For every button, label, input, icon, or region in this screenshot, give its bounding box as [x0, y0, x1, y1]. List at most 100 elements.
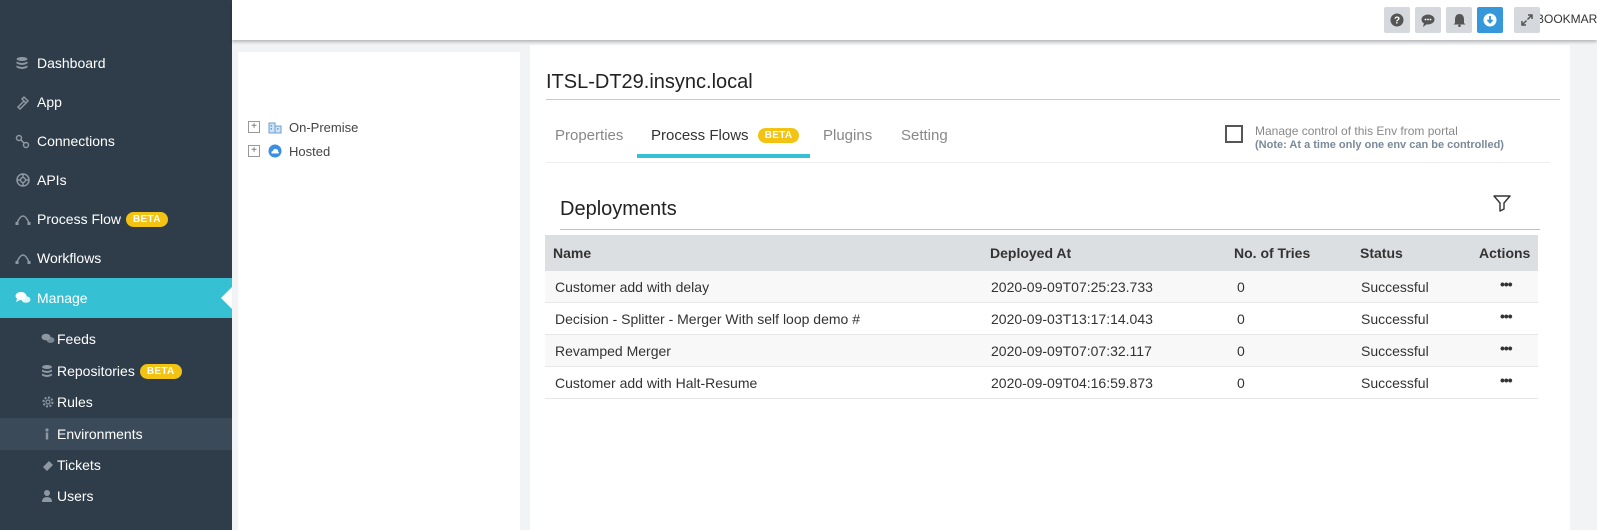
beta-badge: BETA: [126, 211, 168, 227]
cell-name: Customer add with delay: [555, 279, 710, 295]
filter-icon: [1493, 195, 1511, 212]
apis-icon: [15, 172, 37, 188]
section-title: Deployments: [560, 198, 677, 220]
manage-control-checkbox[interactable]: [1225, 125, 1243, 143]
sidebar-subitem-label: Feeds: [57, 331, 96, 347]
sidebar-item-apis[interactable]: APIs: [0, 160, 232, 200]
column-header-deployed-at[interactable]: Deployed At: [990, 245, 1071, 261]
cell-status: Successful: [1361, 279, 1429, 295]
sidebar-subitem-label: Tickets: [57, 457, 101, 473]
column-header-actions: Actions: [1479, 245, 1531, 261]
cell-deployed-at: 2020-09-09T04:16:59.873: [991, 375, 1153, 391]
tree-node-label: On-Premise: [289, 119, 359, 135]
sidebar-subitem-feeds[interactable]: Feeds: [0, 323, 232, 355]
table-row[interactable]: Customer add with delay 2020-09-09T07:25…: [545, 271, 1538, 303]
environment-detail-panel: ITSL-DT29.insync.local Properties Proces…: [530, 45, 1570, 530]
tree-node-label: Hosted: [289, 143, 331, 159]
active-indicator: [221, 287, 232, 309]
tree-node-hosted[interactable]: + Hosted: [248, 142, 330, 160]
ticket-icon: [41, 458, 57, 472]
cell-deployed-at: 2020-09-09T07:25:23.733: [991, 279, 1153, 295]
sidebar-item-dashboard[interactable]: Dashboard: [0, 43, 232, 83]
bell-icon: [1453, 14, 1465, 27]
building-icon: [268, 120, 282, 134]
download-button[interactable]: [1477, 7, 1503, 33]
bookmarks-label: BOOKMARKS: [1536, 12, 1597, 26]
sidebar-subitem-environments[interactable]: Environments: [0, 418, 232, 450]
sidebar-subitem-rules[interactable]: Rules: [0, 386, 232, 418]
sidebar-item-process-flow[interactable]: Process Flow BETA: [0, 199, 232, 239]
sidebar-subitem-label: Rules: [57, 394, 93, 410]
tab-label: Process Flows: [651, 127, 749, 144]
download-icon: [1483, 13, 1497, 27]
cell-tries: 0: [1237, 311, 1245, 327]
top-bar: BOOKMARKS ?: [232, 0, 1597, 40]
row-actions-menu[interactable]: •••: [1500, 276, 1513, 292]
process-flow-icon: [15, 212, 37, 226]
user-icon: [41, 489, 57, 503]
sidebar-item-manage[interactable]: Manage: [0, 278, 232, 318]
help-button[interactable]: ?: [1384, 7, 1410, 33]
chat-button[interactable]: [1415, 7, 1441, 33]
svg-text:?: ?: [1394, 16, 1400, 27]
tab-label: Plugins: [823, 127, 873, 144]
row-actions-menu[interactable]: •••: [1500, 308, 1513, 324]
sidebar-subitem-users[interactable]: Users: [0, 480, 232, 512]
cell-tries: 0: [1237, 279, 1245, 295]
sidebar-item-label: APIs: [37, 172, 67, 188]
table-header: Name Deployed At No. of Tries Status Act…: [545, 235, 1538, 271]
repositories-icon: [41, 364, 57, 378]
divider: [546, 162, 1550, 163]
row-actions-menu[interactable]: •••: [1500, 340, 1513, 356]
chat-icon: [1421, 14, 1435, 27]
sidebar-item-connections[interactable]: Connections: [0, 121, 232, 161]
cell-name: Revamped Merger: [555, 343, 671, 359]
sidebar: Dashboard App Connections APIs Process F…: [0, 0, 232, 530]
table-row[interactable]: Decision - Splitter - Merger With self l…: [545, 303, 1538, 335]
tab-label: Properties: [555, 127, 624, 144]
workflows-icon: [15, 251, 37, 265]
tab-process-flows[interactable]: Process Flows BETA: [651, 127, 800, 144]
table-row[interactable]: Revamped Merger 2020-09-09T07:07:32.117 …: [545, 335, 1538, 367]
cloud-icon: [268, 144, 282, 158]
column-header-tries[interactable]: No. of Tries: [1234, 245, 1310, 261]
deployments-table: Name Deployed At No. of Tries Status Act…: [545, 235, 1538, 399]
comments-icon: [15, 291, 37, 305]
divider: [546, 99, 1560, 100]
environment-tree: + On-Premise + Hosted: [238, 52, 520, 530]
manage-control: Manage control of this Env from portal (…: [1225, 124, 1504, 152]
column-header-name[interactable]: Name: [553, 245, 591, 261]
tab-plugins[interactable]: Plugins: [823, 127, 872, 144]
active-tab-indicator: [637, 154, 810, 158]
help-icon: ?: [1390, 13, 1404, 27]
notifications-button[interactable]: [1446, 7, 1472, 33]
expand-icon: [1521, 14, 1533, 26]
expand-toggle[interactable]: +: [248, 121, 260, 133]
expand-toggle[interactable]: +: [248, 145, 260, 157]
cell-deployed-at: 2020-09-09T07:07:32.117: [991, 343, 1152, 359]
manage-control-label: Manage control of this Env from portal: [1255, 124, 1458, 138]
tab-properties[interactable]: Properties: [555, 127, 623, 144]
divider: [560, 229, 1540, 230]
table-row[interactable]: Customer add with Halt-Resume 2020-09-09…: [545, 367, 1538, 399]
gear-icon: [41, 395, 57, 409]
sidebar-subitem-tickets[interactable]: Tickets: [0, 449, 232, 481]
row-actions-menu[interactable]: •••: [1500, 372, 1513, 388]
sidebar-item-workflows[interactable]: Workflows: [0, 238, 232, 278]
sidebar-item-label: App: [37, 94, 62, 110]
tree-node-on-premise[interactable]: + On-Premise: [248, 118, 358, 136]
sidebar-subitem-label: Users: [57, 488, 94, 504]
cell-tries: 0: [1237, 343, 1245, 359]
column-header-status[interactable]: Status: [1360, 245, 1403, 261]
cell-status: Successful: [1361, 311, 1429, 327]
sidebar-subitem-repositories[interactable]: Repositories BETA: [0, 355, 232, 387]
sidebar-item-label: Manage: [37, 290, 88, 306]
expand-button[interactable]: [1514, 7, 1540, 33]
page-gutter: [1570, 45, 1597, 530]
sidebar-item-label: Dashboard: [37, 55, 106, 71]
sidebar-subitem-label: Repositories: [57, 363, 135, 379]
sidebar-item-app[interactable]: App: [0, 82, 232, 122]
beta-badge: BETA: [757, 128, 800, 143]
filter-button[interactable]: [1492, 193, 1512, 218]
tab-setting[interactable]: Setting: [901, 127, 948, 144]
